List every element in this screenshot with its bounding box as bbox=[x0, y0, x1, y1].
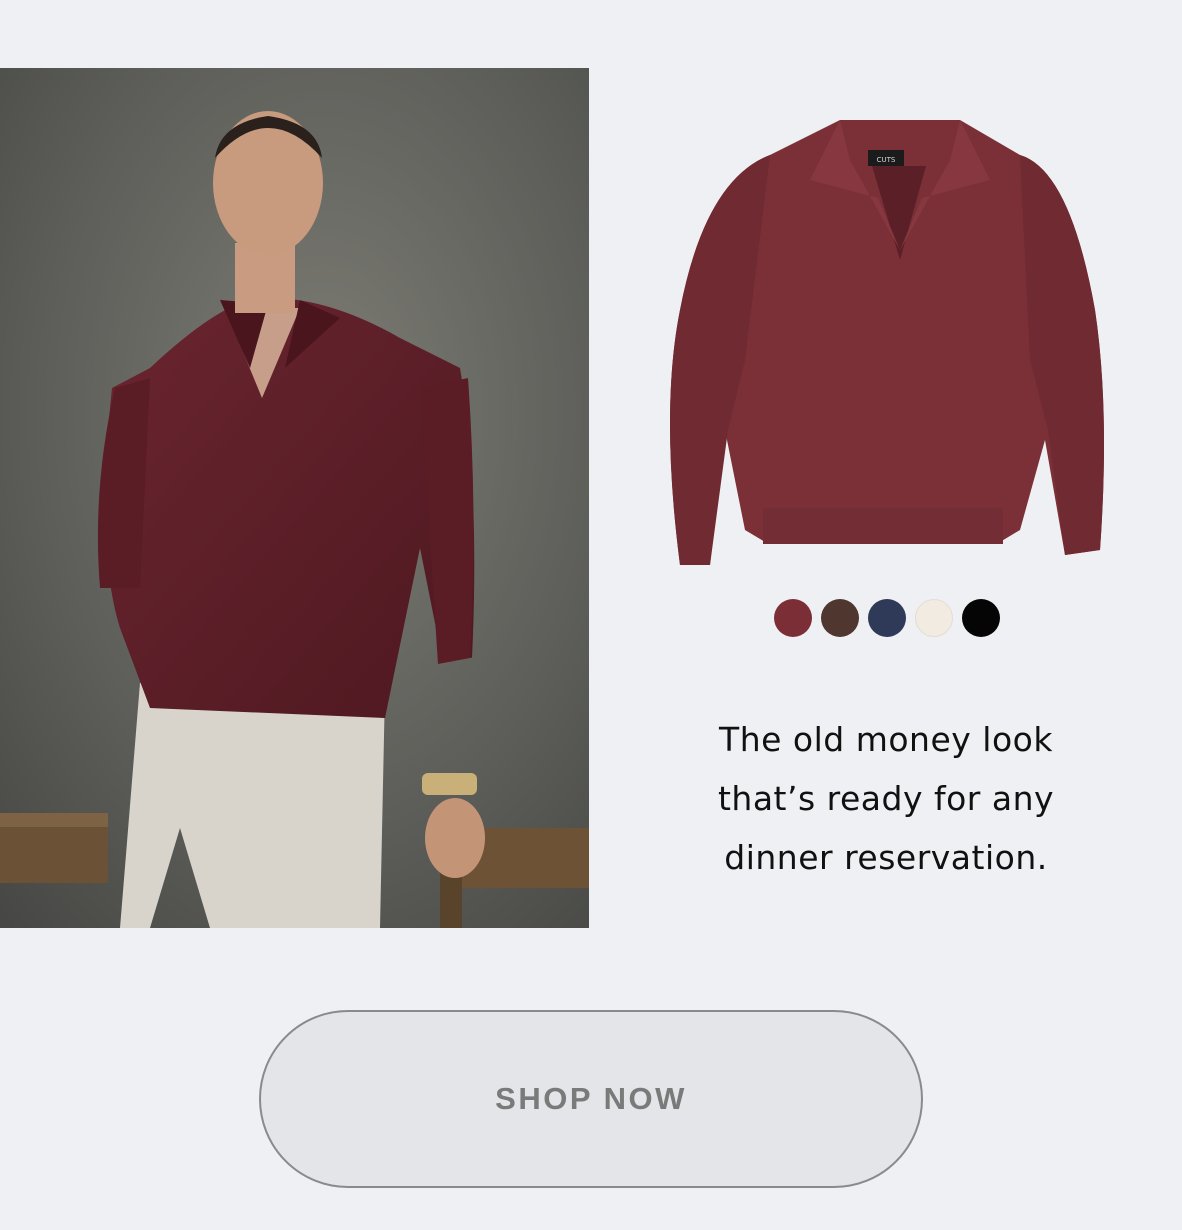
brand-tag: CUTS bbox=[877, 156, 896, 164]
swatch-cream[interactable] bbox=[915, 599, 953, 637]
color-swatches bbox=[774, 599, 1000, 637]
shop-now-label: SHOP NOW bbox=[495, 1081, 687, 1116]
product-tagline: The old money look that’s ready for any … bbox=[640, 710, 1132, 887]
tagline-line-3: dinner reservation. bbox=[724, 838, 1048, 877]
swatch-black[interactable] bbox=[962, 599, 1000, 637]
swatch-burgundy[interactable] bbox=[774, 599, 812, 637]
product-image[interactable]: CUTS bbox=[650, 110, 1120, 580]
email-promo: CUTS The old money look that’s ready for… bbox=[0, 0, 1182, 1230]
shop-now-button[interactable]: SHOP NOW bbox=[259, 1010, 923, 1188]
swatch-navy[interactable] bbox=[868, 599, 906, 637]
model-photo bbox=[0, 68, 589, 928]
tagline-line-2: that’s ready for any bbox=[717, 779, 1055, 818]
tagline-line-1: The old money look bbox=[719, 720, 1053, 759]
swatch-brown[interactable] bbox=[821, 599, 859, 637]
